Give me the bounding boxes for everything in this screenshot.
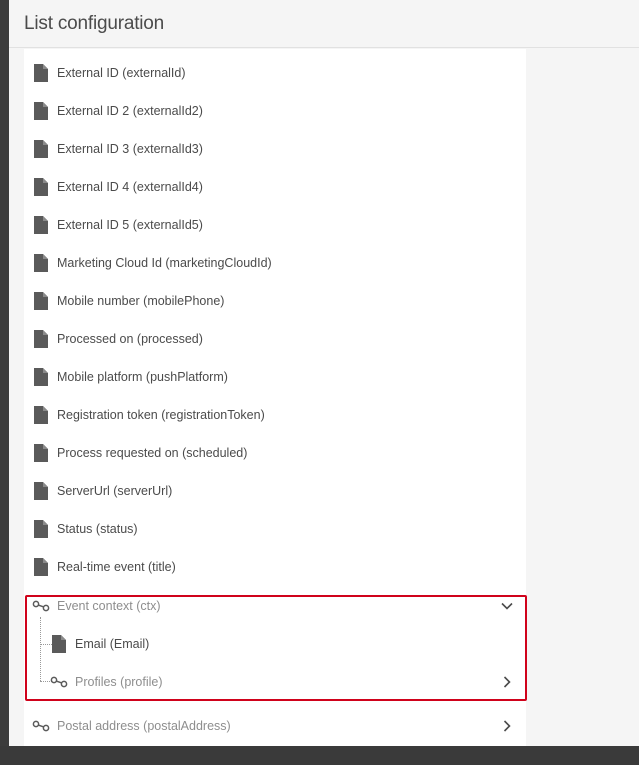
file-icon [52, 635, 66, 653]
background-strip [0, 0, 9, 765]
field-label: Mobile platform (pushPlatform) [57, 370, 228, 384]
field-row[interactable]: Real-time event (title) [24, 548, 526, 586]
dialog-title: List configuration [24, 12, 165, 34]
file-icon [34, 64, 48, 82]
field-label: External ID 3 (externalId3) [57, 142, 203, 156]
list-configuration-dialog: List configuration Real-time event (titl… [9, 0, 639, 746]
field-row-postal-address[interactable]: Postal address (postalAddress) [24, 707, 526, 745]
chevron-right-icon[interactable] [500, 719, 514, 733]
field-label: External ID 5 (externalId5) [57, 218, 203, 232]
field-label: External ID (externalId) [57, 66, 186, 80]
field-label: Event context (ctx) [57, 599, 161, 613]
field-row[interactable]: Mobile platform (pushPlatform) [24, 358, 526, 396]
field-row[interactable]: Status (status) [24, 510, 526, 548]
field-row[interactable]: Process requested on (scheduled) [24, 434, 526, 472]
field-label: Process requested on (scheduled) [57, 446, 248, 460]
chevron-down-icon[interactable] [500, 599, 514, 613]
field-row[interactable]: External ID (externalId) [24, 54, 526, 92]
link-icon [32, 600, 50, 612]
field-row[interactable]: Marketing Cloud Id (marketingCloudId) [24, 244, 526, 282]
bottom-bar [0, 746, 639, 765]
field-row[interactable]: External ID 4 (externalId4) [24, 168, 526, 206]
field-row-event-context[interactable]: Event context (ctx) [24, 587, 526, 625]
field-row[interactable]: ServerUrl (serverUrl) [24, 472, 526, 510]
file-icon [34, 178, 48, 196]
field-label: Postal address (postalAddress) [57, 719, 231, 733]
field-label: Status (status) [57, 522, 138, 536]
field-row[interactable]: Mobile number (mobilePhone) [24, 282, 526, 320]
file-icon [34, 292, 48, 310]
file-icon [34, 368, 48, 386]
field-label: Marketing Cloud Id (marketingCloudId) [57, 256, 272, 270]
file-icon [34, 254, 48, 272]
file-icon [34, 216, 48, 234]
field-row-profiles[interactable]: Profiles (profile) [24, 663, 526, 701]
file-icon [34, 102, 48, 120]
field-row[interactable]: Registration token (registrationToken) [24, 396, 526, 434]
field-label: Email (Email) [75, 637, 150, 651]
field-row-email[interactable]: Email (Email) [24, 625, 526, 663]
file-icon [34, 558, 48, 576]
field-label: Real-time event (title) [57, 560, 176, 574]
field-row[interactable]: External ID 2 (externalId2) [24, 92, 526, 130]
file-icon [34, 406, 48, 424]
field-label: External ID 4 (externalId4) [57, 180, 203, 194]
field-row[interactable]: External ID 3 (externalId3) [24, 130, 526, 168]
field-label: Mobile number (mobilePhone) [57, 294, 225, 308]
field-row[interactable]: Processed on (processed) [24, 320, 526, 358]
link-icon [32, 720, 50, 732]
chevron-right-icon[interactable] [500, 675, 514, 689]
field-label: External ID 2 (externalId2) [57, 104, 203, 118]
link-icon [50, 676, 68, 688]
field-row[interactable]: External ID 5 (externalId5) [24, 206, 526, 244]
field-label: ServerUrl (serverUrl) [57, 484, 173, 498]
file-icon [34, 482, 48, 500]
field-label: Profiles (profile) [75, 675, 163, 689]
file-icon [34, 330, 48, 348]
field-list-panel: Real-time event (title) Status (status) Se… [24, 49, 527, 746]
file-icon [34, 444, 48, 462]
file-icon [34, 520, 48, 538]
field-label: Processed on (processed) [57, 332, 203, 346]
field-label: Registration token (registrationToken) [57, 408, 265, 422]
dialog-header: List configuration [9, 0, 639, 48]
file-icon [34, 140, 48, 158]
